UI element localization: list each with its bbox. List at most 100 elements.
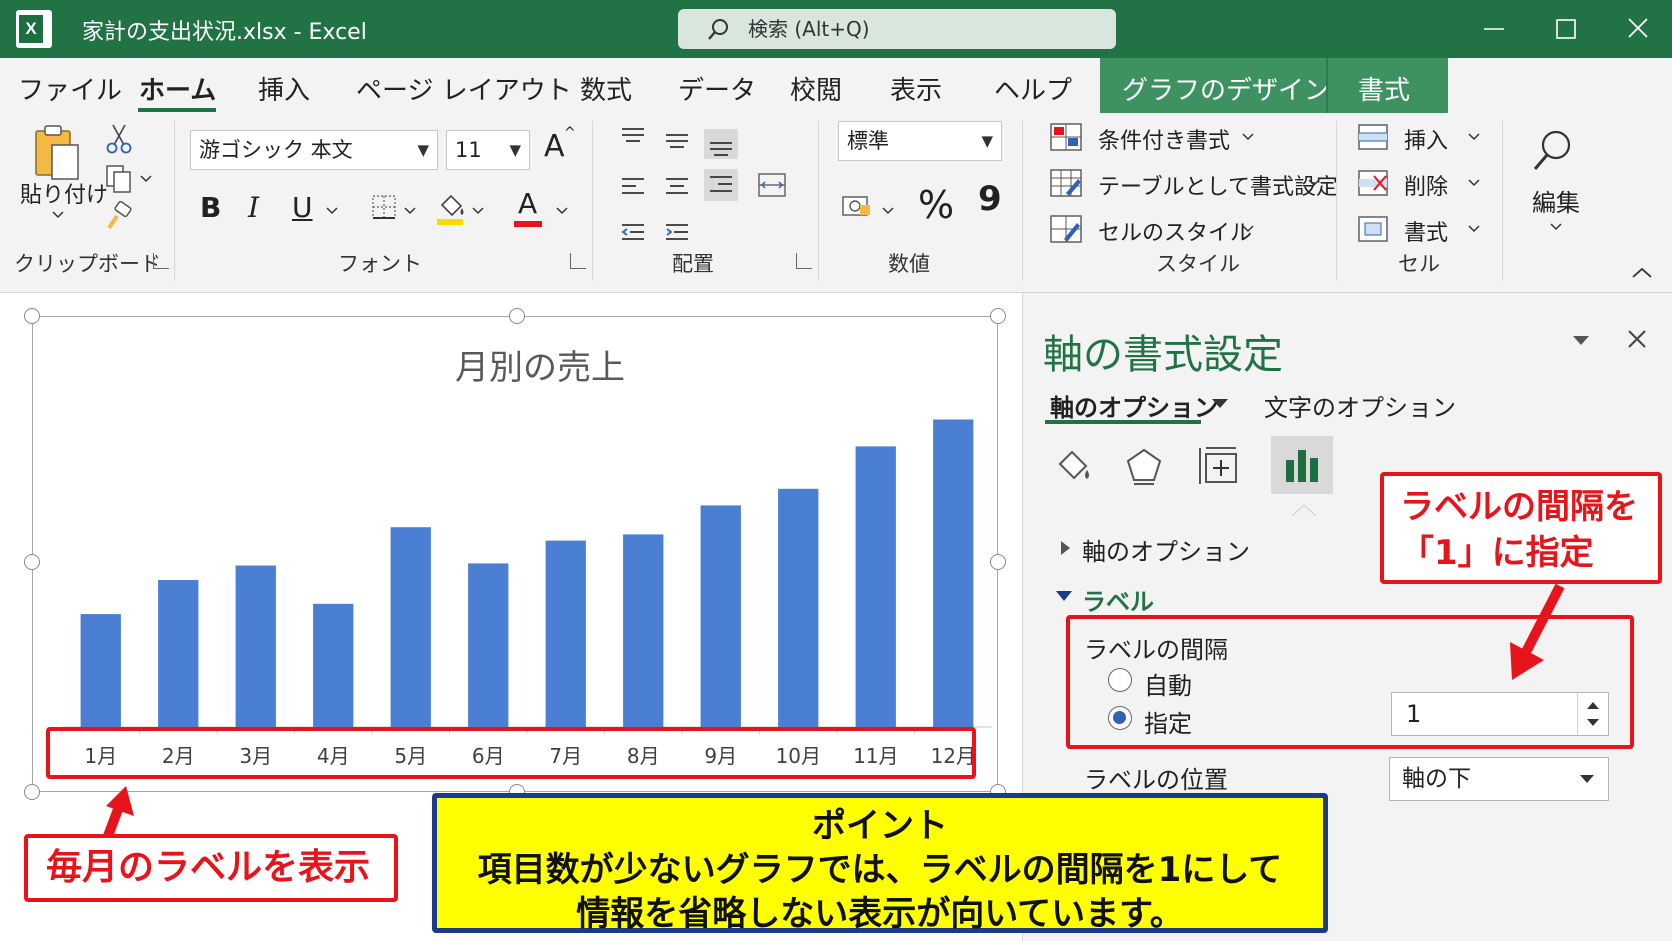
chevron-down-icon[interactable] xyxy=(1466,177,1482,189)
conditional-formatting-button[interactable]: 条件付き書式 xyxy=(1098,123,1230,155)
editing-dropdown-icon[interactable] xyxy=(1548,221,1564,233)
borders-dropdown-icon[interactable] xyxy=(402,205,418,217)
bar-1[interactable] xyxy=(80,614,121,727)
grow-font-button[interactable]: A xyxy=(544,129,565,164)
chevron-down-icon[interactable] xyxy=(1466,223,1482,235)
tab-home[interactable]: ホーム xyxy=(139,70,216,107)
bar-5[interactable] xyxy=(390,527,431,727)
alignment-icons[interactable] xyxy=(618,123,758,253)
effects-pentagon-icon[interactable] xyxy=(1122,444,1166,488)
borders-icon[interactable] xyxy=(370,193,400,223)
tab-review[interactable]: 校閲 xyxy=(790,70,842,107)
font-size-select[interactable]: 11 ▼ xyxy=(446,130,530,170)
bar-8[interactable] xyxy=(623,534,664,727)
cell-styles-button[interactable]: セルのスタイル xyxy=(1098,215,1252,247)
pane-title: 軸の書式設定 xyxy=(1043,332,1283,378)
title-bar: X 家計の支出状況.xlsx - Excel 検索 (Alt+Q) xyxy=(0,0,1672,58)
tab-chart-design[interactable]: グラフのデザイン xyxy=(1122,70,1330,107)
maximize-icon[interactable] xyxy=(1546,10,1586,48)
clipboard-launcher-icon[interactable] xyxy=(153,253,169,269)
category-labels-highlight xyxy=(46,727,976,779)
fill-color-dropdown-icon[interactable] xyxy=(470,205,486,217)
size-properties-icon[interactable] xyxy=(1196,444,1242,488)
delete-cells-button[interactable]: 削除 xyxy=(1404,169,1448,201)
pane-options-icon[interactable] xyxy=(1570,332,1592,348)
delete-cells-icon[interactable] xyxy=(1356,167,1390,199)
minimize-icon[interactable] xyxy=(1474,10,1514,48)
font-color-button[interactable]: A xyxy=(518,187,537,220)
chart-plot[interactable]: 1月 2月 3月 4月 5月 6月 7月 8月 9月 10月 11月 12月 xyxy=(32,316,998,792)
fill-color-icon[interactable] xyxy=(434,191,468,227)
accounting-dropdown-icon[interactable] xyxy=(880,205,896,217)
cell-styles-icon[interactable] xyxy=(1048,213,1084,245)
chevron-down-icon xyxy=(1580,775,1594,783)
collapse-ribbon-icon[interactable] xyxy=(1630,265,1654,281)
tab-formulas[interactable]: 数式 xyxy=(580,70,632,107)
editing-search-icon[interactable] xyxy=(1530,127,1576,175)
axis-options-bar-icon[interactable] xyxy=(1282,446,1322,486)
editing-button[interactable]: 編集 xyxy=(1532,183,1580,218)
insert-cells-icon[interactable] xyxy=(1356,121,1390,153)
tab-help[interactable]: ヘルプ xyxy=(994,70,1072,107)
tab-file[interactable]: ファイル xyxy=(18,70,122,107)
format-cells-button[interactable]: 書式 xyxy=(1404,215,1448,247)
section-label[interactable]: ラベル xyxy=(1082,582,1154,617)
paste-dropdown-icon[interactable] xyxy=(50,209,66,221)
bar-2[interactable] xyxy=(158,580,199,727)
bold-button[interactable]: B xyxy=(200,191,221,224)
copy-icon[interactable] xyxy=(104,163,134,195)
label-position-select[interactable]: 軸の下 xyxy=(1389,757,1609,801)
paste-label[interactable]: 貼り付け xyxy=(20,177,108,209)
font-color-dropdown-icon[interactable] xyxy=(554,205,570,217)
chevron-down-icon[interactable] xyxy=(1240,131,1256,143)
italic-button[interactable]: I xyxy=(248,191,259,224)
expand-chevron-icon[interactable] xyxy=(1058,538,1072,558)
font-launcher-icon[interactable] xyxy=(570,253,586,269)
underline-button[interactable]: U xyxy=(292,191,313,224)
tab-view[interactable]: 表示 xyxy=(890,70,942,107)
close-icon[interactable] xyxy=(1618,10,1658,48)
insert-cells-button[interactable]: 挿入 xyxy=(1404,123,1448,155)
chevron-down-icon[interactable] xyxy=(1240,223,1256,235)
chevron-down-icon[interactable] xyxy=(1306,177,1322,189)
tab-data[interactable]: データ xyxy=(678,70,756,107)
number-format-select[interactable]: 標準 ▼ xyxy=(838,121,1002,161)
tab-format[interactable]: 書式 xyxy=(1358,70,1410,107)
font-name-select[interactable]: 游ゴシック 本文 ▼ xyxy=(190,130,438,170)
conditional-formatting-icon[interactable] xyxy=(1048,121,1084,153)
bar-11[interactable] xyxy=(855,446,896,727)
tab-axis-options-dropdown-icon[interactable] xyxy=(1210,396,1230,410)
format-as-table-button[interactable]: テーブルとして書式設定 xyxy=(1098,169,1338,201)
percent-style-button[interactable]: % xyxy=(918,183,954,227)
bar-3[interactable] xyxy=(235,565,276,728)
format-as-table-icon[interactable] xyxy=(1048,167,1084,199)
section-axis-options[interactable]: 軸のオプション xyxy=(1082,532,1250,567)
bar-7[interactable] xyxy=(545,540,586,727)
alignment-launcher-icon[interactable] xyxy=(796,253,812,269)
bar-4[interactable] xyxy=(313,603,354,727)
tab-axis-options[interactable]: 軸のオプション xyxy=(1050,388,1218,423)
tab-text-options[interactable]: 文字のオプション xyxy=(1264,388,1456,423)
accounting-format-icon[interactable] xyxy=(840,191,874,221)
bar-12[interactable] xyxy=(933,419,974,728)
bar-6[interactable] xyxy=(468,563,509,727)
format-cells-icon[interactable] xyxy=(1356,213,1390,245)
bar-10[interactable] xyxy=(778,488,819,727)
pane-close-icon[interactable] xyxy=(1624,326,1650,352)
callout-interval-arrow xyxy=(1510,583,1565,680)
bar-9[interactable] xyxy=(700,505,741,727)
tab-page-layout[interactable]: ページ レイアウト xyxy=(356,70,572,107)
tab-insert[interactable]: 挿入 xyxy=(258,70,310,107)
collapse-chevron-icon[interactable] xyxy=(1054,588,1074,604)
format-painter-icon[interactable] xyxy=(104,201,134,233)
chevron-down-icon[interactable] xyxy=(1466,131,1482,143)
fill-line-icon[interactable] xyxy=(1052,444,1096,488)
number-format-value: 標準 xyxy=(847,129,889,153)
comma-style-button[interactable]: 9 xyxy=(978,179,1002,219)
cut-icon[interactable] xyxy=(104,123,134,155)
chevron-down-icon: ▼ xyxy=(509,141,521,159)
search-box[interactable]: 検索 (Alt+Q) xyxy=(678,9,1116,49)
copy-dropdown-icon[interactable] xyxy=(138,173,154,185)
underline-dropdown-icon[interactable] xyxy=(324,205,340,217)
merge-center-icon[interactable] xyxy=(756,169,788,201)
